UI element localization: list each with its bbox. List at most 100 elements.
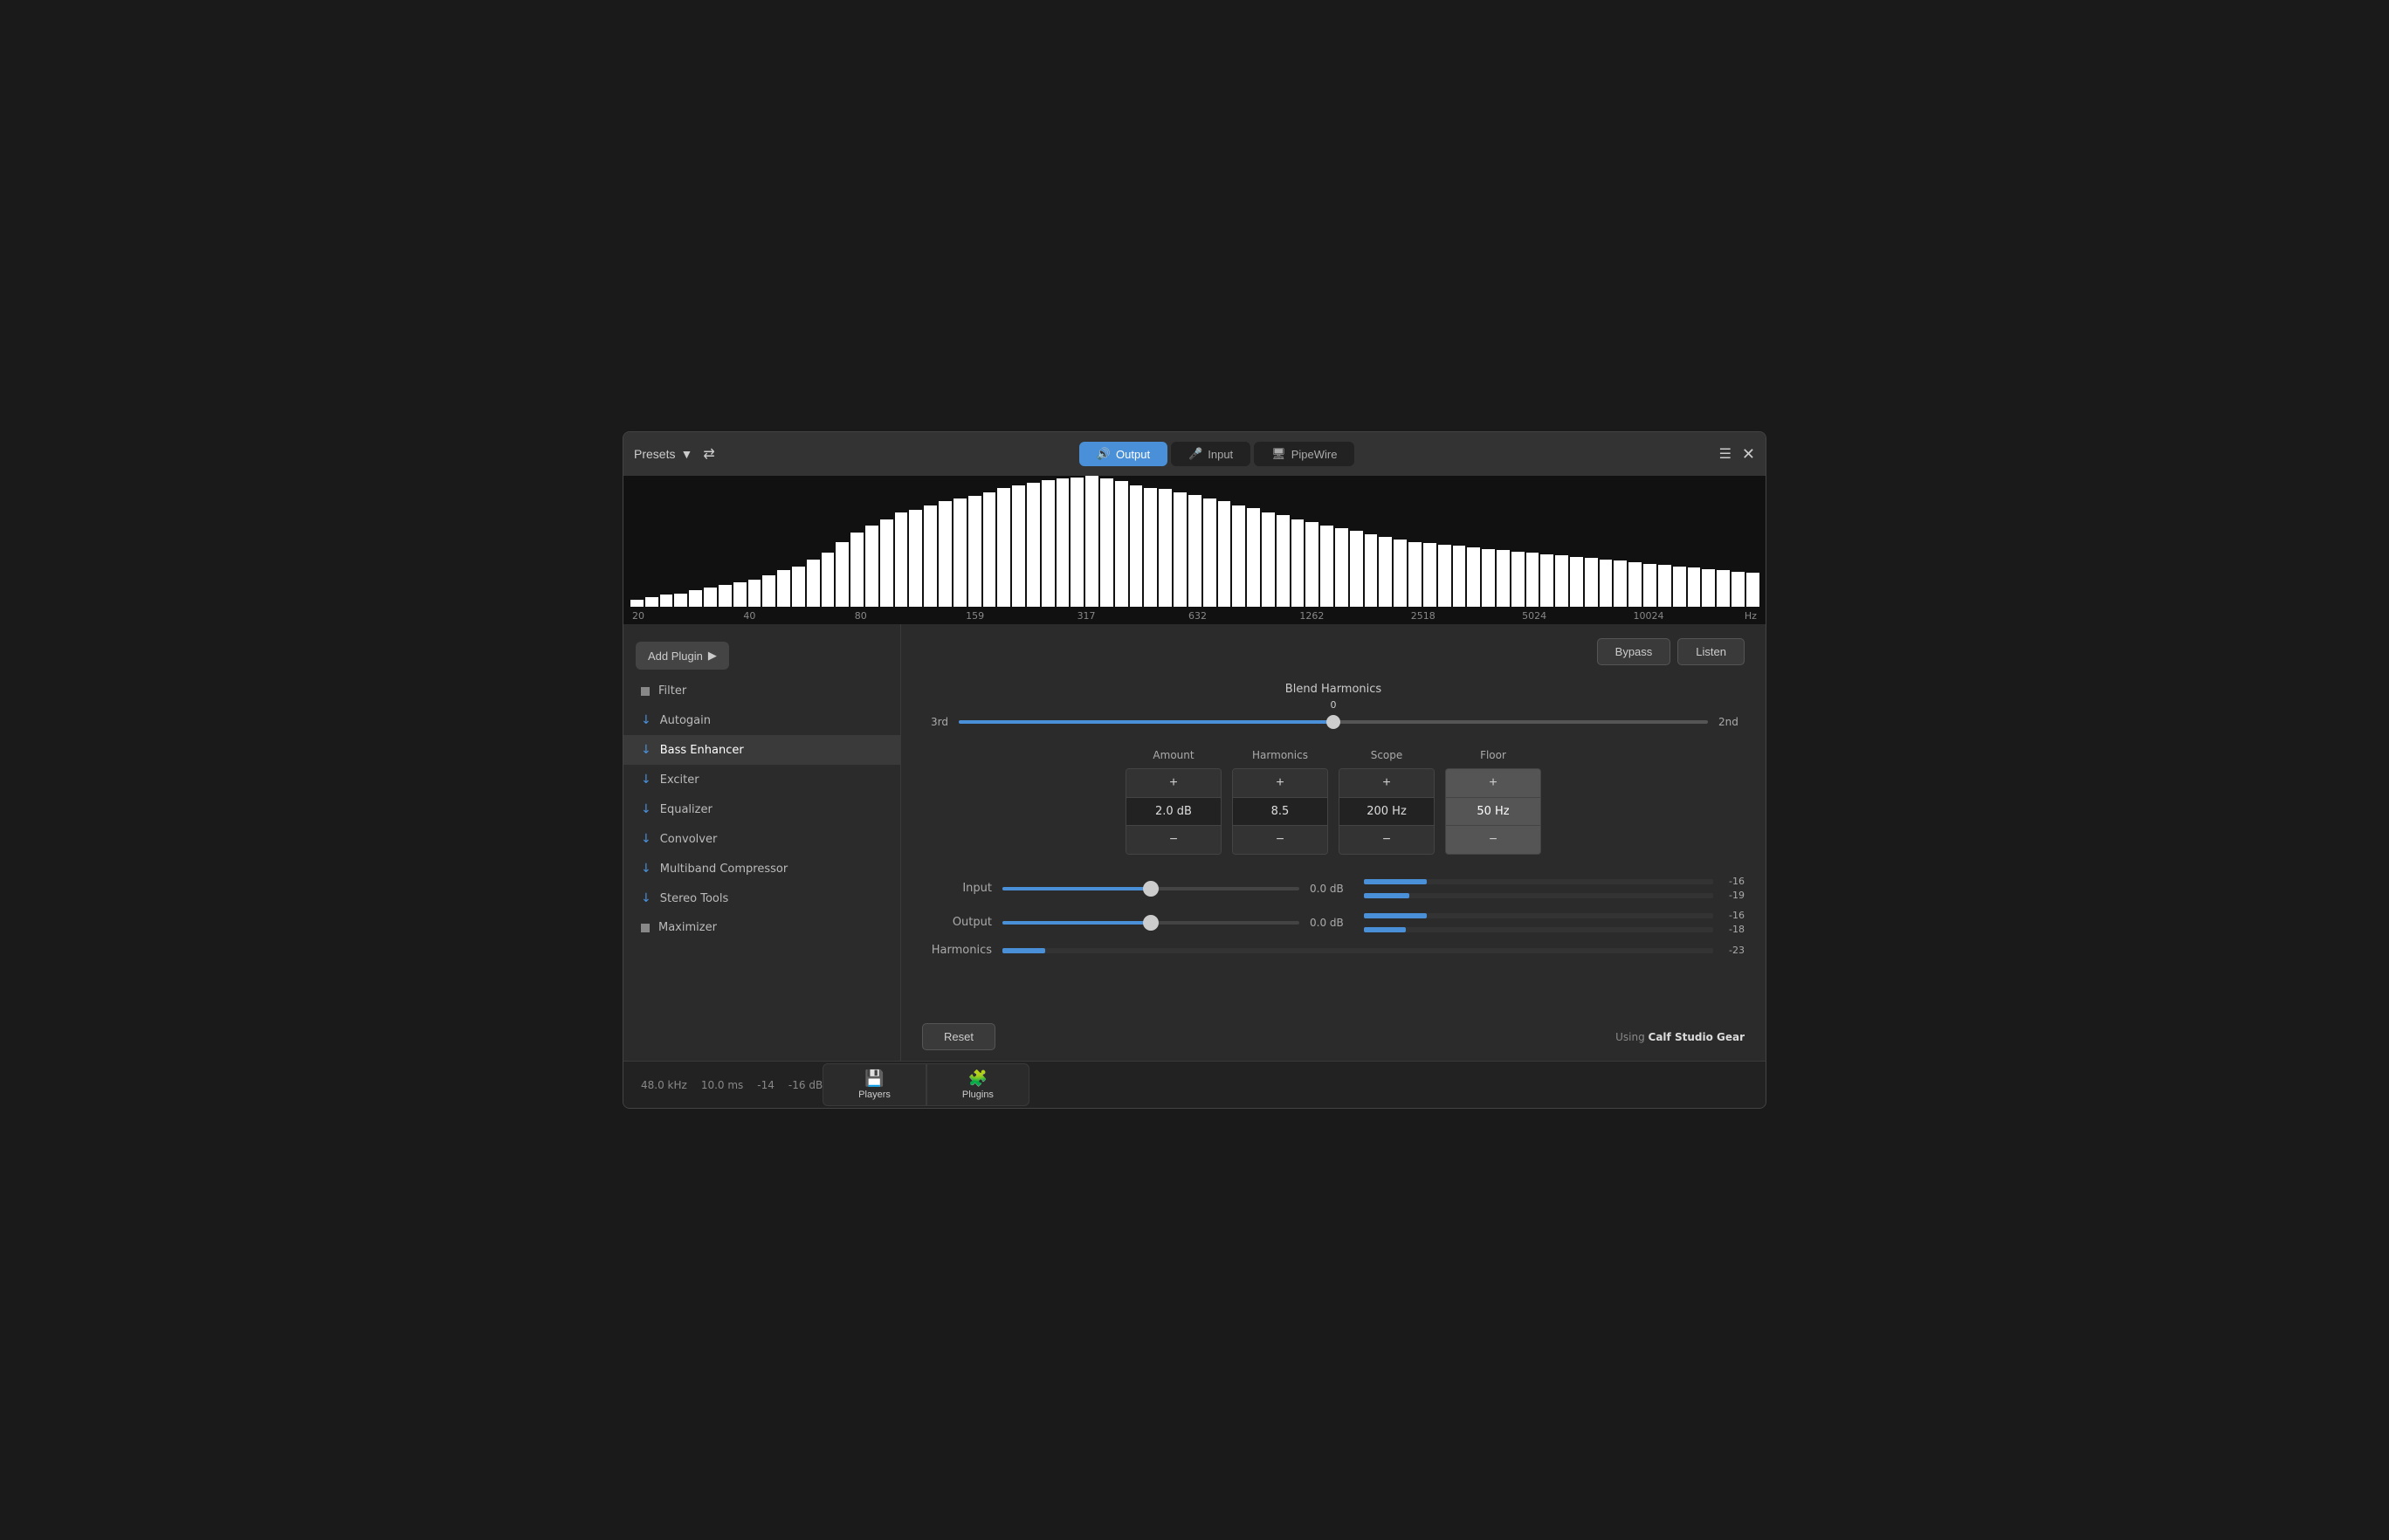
- floor-decrement-button[interactable]: −: [1446, 826, 1540, 854]
- param-box-harmonics: + 8.5 −: [1232, 768, 1328, 855]
- footer: 48.0 kHz 10.0 ms -14 -16 dB 💾 Players 🧩 …: [623, 1061, 1766, 1108]
- bypass-button[interactable]: Bypass: [1597, 638, 1671, 665]
- spectrum-bar: [880, 519, 893, 608]
- spectrum-bar: [1159, 489, 1172, 607]
- spectrum-bar: [645, 597, 658, 607]
- output-thumb[interactable]: [1143, 915, 1159, 931]
- input-meter-bar-2: [1364, 893, 1409, 898]
- output-meter-bar-wrap-2: [1364, 927, 1713, 932]
- spectrum-bar: [939, 501, 952, 607]
- sidebar-item-equalizer[interactable]: ↓ Equalizer: [623, 794, 900, 824]
- output-level-slider[interactable]: [1002, 914, 1299, 932]
- harmonics-meter-row: Harmonics -23: [922, 944, 1745, 957]
- scope-increment-button[interactable]: +: [1339, 769, 1434, 797]
- maximizer-square-icon: [641, 924, 650, 932]
- bottom-bar: Reset Using Calf Studio Gear: [901, 1013, 1766, 1061]
- pipewire-icon: 🖥: [1271, 447, 1286, 461]
- menu-button[interactable]: ☰: [1719, 445, 1732, 463]
- param-box-amount: + 2.0 dB −: [1126, 768, 1222, 855]
- blend-harmonics-title: Blend Harmonics: [922, 683, 1745, 696]
- add-plugin-label: Add Plugin: [648, 650, 703, 663]
- app-window: Presets ▼ ⇄ 🔊 Output 🎤 Input 🖥 PipeWire …: [623, 431, 1766, 1109]
- spectrum-bar: [1540, 554, 1553, 607]
- spectrum-bar: [983, 492, 996, 607]
- harmonics-meter-wrap: -23: [1002, 945, 1745, 956]
- input-meter-bar-1: [1364, 879, 1427, 884]
- spectrum-bar: [1174, 492, 1187, 607]
- spectrum-bar: [1408, 542, 1422, 607]
- harmonics-increment-button[interactable]: +: [1233, 769, 1327, 797]
- close-button[interactable]: ✕: [1742, 445, 1755, 464]
- hz-label: Hz: [1745, 610, 1757, 622]
- spectrum-label: 632: [1188, 610, 1299, 622]
- harmonics-decrement-button[interactable]: −: [1233, 826, 1327, 854]
- spectrum-bar: [1511, 552, 1525, 607]
- spectrum-label: 10024: [1634, 610, 1745, 622]
- tab-input[interactable]: 🎤 Input: [1171, 442, 1250, 466]
- add-plugin-button[interactable]: Add Plugin ▶: [636, 642, 729, 670]
- input-thumb[interactable]: [1143, 881, 1159, 897]
- param-col-amount: Amount + 2.0 dB −: [1126, 749, 1222, 855]
- plugins-label: Plugins: [962, 1090, 994, 1100]
- input-icon: 🎤: [1188, 447, 1202, 461]
- spectrum-bar: [1365, 534, 1378, 608]
- input-level-slider[interactable]: [1002, 880, 1299, 897]
- sidebar-item-label: Bass Enhancer: [660, 744, 744, 757]
- sidebar-item-convolver[interactable]: ↓ Convolver: [623, 824, 900, 854]
- top-controls: Bypass Listen: [922, 638, 1745, 665]
- footer-tab-plugins[interactable]: 🧩 Plugins: [926, 1063, 1029, 1106]
- floor-increment-button[interactable]: +: [1446, 769, 1540, 797]
- spectrum-bar: [733, 582, 747, 607]
- sidebar-item-filter[interactable]: Filter: [623, 677, 900, 705]
- blend-3rd-label: 3rd: [922, 716, 948, 728]
- spectrum-bar: [1497, 550, 1510, 607]
- spectrum-bar: [748, 580, 761, 607]
- amount-increment-button[interactable]: +: [1126, 769, 1221, 797]
- spectrum-bar: [1188, 495, 1201, 607]
- input-meter-bar-wrap-2: [1364, 893, 1713, 898]
- main-area: Add Plugin ▶ Filter ↓ Autogain ↓ Bass En…: [623, 624, 1766, 1061]
- presets-button[interactable]: Presets ▼: [634, 447, 692, 461]
- output-meter-bar-1: [1364, 913, 1427, 918]
- tab-pipewire[interactable]: 🖥 PipeWire: [1254, 442, 1354, 466]
- output-fill: [1002, 921, 1151, 925]
- spectrum-bar: [954, 498, 967, 607]
- header-tabs: 🔊 Output 🎤 Input 🖥 PipeWire: [726, 442, 1709, 466]
- sidebar-item-multiband-compressor[interactable]: ↓ Multiband Compressor: [623, 854, 900, 883]
- spectrum-bar: [1027, 483, 1040, 607]
- sidebar-item-stereo-tools[interactable]: ↓ Stereo Tools: [623, 883, 900, 913]
- amount-decrement-button[interactable]: −: [1126, 826, 1221, 854]
- output-meter-bar-wrap-1: [1364, 913, 1713, 918]
- spectrum-bar: [924, 505, 937, 607]
- sidebar-item-exciter[interactable]: ↓ Exciter: [623, 765, 900, 794]
- spectrum-bar: [1130, 485, 1143, 607]
- scope-decrement-button[interactable]: −: [1339, 826, 1434, 854]
- output-meter-1: -16: [1364, 910, 1745, 921]
- input-meter-val-2: -19: [1718, 890, 1745, 901]
- blend-harmonics-slider[interactable]: [959, 720, 1708, 724]
- spectrum-bar: [1115, 481, 1128, 607]
- shuffle-button[interactable]: ⇄: [703, 445, 714, 463]
- output-meter-val-2: -18: [1718, 924, 1745, 935]
- sidebar-item-bass-enhancer[interactable]: ↓ Bass Enhancer: [623, 735, 900, 765]
- players-label: Players: [858, 1090, 891, 1100]
- spectrum-bar: [1658, 565, 1671, 607]
- footer-stats: 48.0 kHz 10.0 ms -14 -16 dB: [641, 1079, 823, 1091]
- footer-tab-players[interactable]: 💾 Players: [823, 1063, 926, 1106]
- blend-slider-thumb[interactable]: [1326, 715, 1340, 729]
- spectrum-bar: [1057, 478, 1070, 607]
- sidebar-item-maximizer[interactable]: Maximizer: [623, 913, 900, 942]
- spectrum-bar: [1688, 567, 1701, 607]
- listen-button[interactable]: Listen: [1677, 638, 1745, 665]
- stat-value1: -14: [757, 1079, 775, 1091]
- presets-label: Presets: [634, 447, 675, 461]
- sidebar-item-autogain[interactable]: ↓ Autogain: [623, 705, 900, 735]
- spectrum-bar: [719, 585, 732, 607]
- spectrum-bar: [1423, 543, 1436, 607]
- reset-button[interactable]: Reset: [922, 1023, 995, 1050]
- harmonics-meter-val: -23: [1718, 945, 1745, 956]
- players-icon: 💾: [864, 1069, 884, 1088]
- tab-output[interactable]: 🔊 Output: [1079, 442, 1167, 466]
- bass-enhancer-arrow-icon: ↓: [641, 743, 651, 757]
- spectrum-bar: [1467, 547, 1480, 607]
